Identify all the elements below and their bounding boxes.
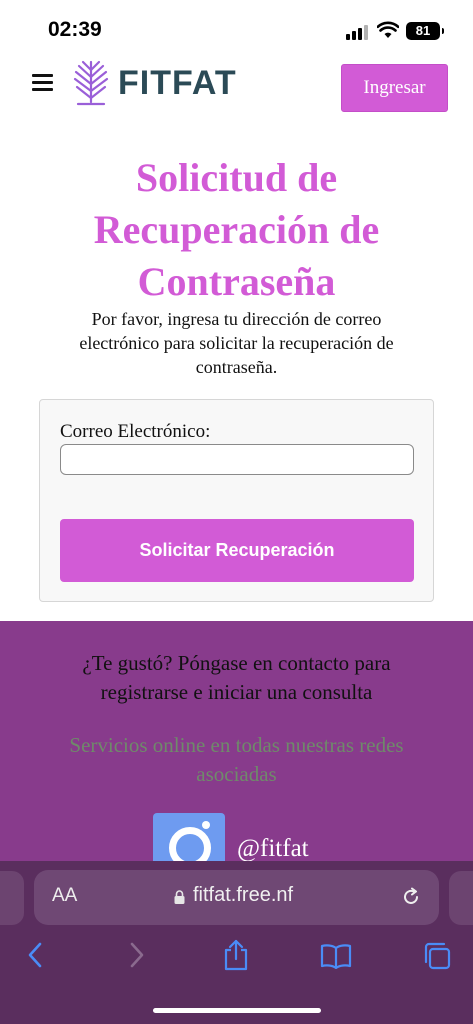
url-text: fitfat.free.nf	[193, 884, 294, 906]
cellular-signal-icon	[346, 24, 370, 40]
login-button[interactable]: Ingresar	[341, 64, 448, 112]
contact-cta-text: ¿Te gustó? Póngase en contacto para regi…	[82, 651, 391, 704]
home-indicator[interactable]	[153, 1008, 321, 1013]
bookmarks-icon[interactable]	[320, 943, 352, 969]
brand-logo[interactable]: FITFAT	[72, 58, 237, 108]
email-label: Correo Electrónico:	[60, 421, 211, 442]
battery-indicator: 81	[406, 22, 444, 40]
share-icon[interactable]	[222, 939, 250, 971]
brand-name: FITFAT	[118, 63, 237, 102]
browser-toolbar: AA fitfat.free.nf	[0, 861, 473, 1024]
status-bar: 02:39 81	[0, 0, 473, 54]
recovery-form: Correo Electrónico: Solicitar Recuperaci…	[39, 399, 434, 602]
address-bar[interactable]: AA fitfat.free.nf	[34, 870, 439, 925]
social-handle[interactable]: @fitfat	[237, 835, 309, 863]
forward-icon[interactable]	[128, 941, 146, 969]
back-icon[interactable]	[26, 941, 44, 969]
email-field[interactable]	[60, 444, 414, 475]
tabs-icon[interactable]	[422, 941, 452, 971]
status-time: 02:39	[48, 18, 102, 41]
intro-text: Por favor, ingresa tu dirección de corre…	[79, 309, 394, 377]
site-header: FITFAT Ingresar	[0, 54, 473, 122]
reader-settings-button[interactable]: AA	[52, 885, 77, 907]
hamburger-menu-icon[interactable]	[32, 74, 53, 92]
reload-icon[interactable]	[401, 887, 421, 907]
page-title: Solicitud de Recuperación de Contraseña	[93, 155, 380, 304]
wifi-icon	[377, 21, 399, 38]
previous-tab-preview[interactable]	[0, 871, 24, 925]
leaf-logo-icon	[73, 60, 109, 106]
request-recovery-button[interactable]: Solicitar Recuperación	[60, 519, 414, 582]
services-text: Servicios online en todas nuestras redes…	[69, 733, 404, 786]
lock-icon	[174, 890, 185, 904]
next-tab-preview[interactable]	[449, 871, 473, 925]
